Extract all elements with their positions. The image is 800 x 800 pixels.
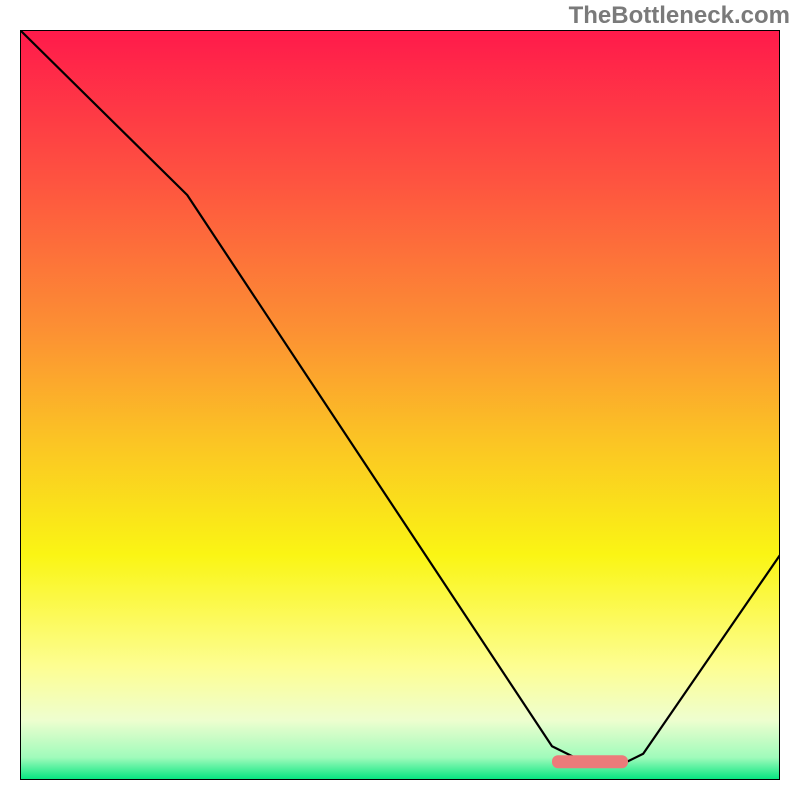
- optimal-range-marker: [552, 755, 628, 768]
- plot-area: [20, 30, 780, 780]
- chart-svg: [20, 30, 780, 780]
- watermark-text: TheBottleneck.com: [569, 2, 790, 30]
- chart-container: TheBottleneck.com: [0, 0, 800, 800]
